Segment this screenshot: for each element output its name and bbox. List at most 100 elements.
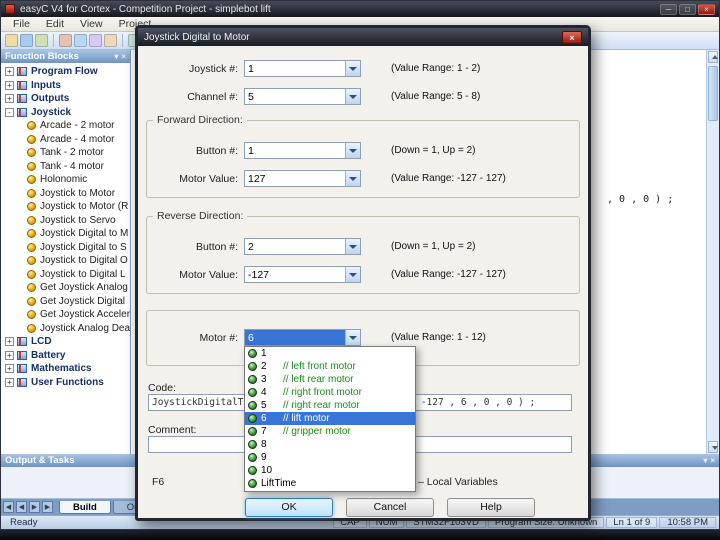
menu-item[interactable]: View (72, 18, 111, 30)
tree-item[interactable]: + Inputs (1, 79, 130, 93)
chevron-down-icon[interactable] (345, 267, 360, 282)
function-block-icon (17, 377, 27, 387)
dropdown-option[interactable]: 8 (245, 438, 415, 451)
tree-item[interactable]: Joystick Digital to S (1, 241, 130, 255)
tree-item[interactable]: + Mathematics (1, 362, 130, 376)
toolbar-icon[interactable] (35, 34, 48, 47)
dialog-button[interactable]: Cancel (346, 498, 434, 517)
function-block-icon (27, 134, 36, 144)
dropdown-option[interactable]: 2 // left front motor (245, 360, 415, 373)
tree-item[interactable]: + LCD (1, 335, 130, 349)
dropdown-option[interactable]: 6 // lift motor (245, 412, 415, 425)
bottom-tab[interactable]: Build (59, 500, 111, 514)
menu-item[interactable]: File (5, 18, 38, 30)
toolbar-icon[interactable] (89, 34, 102, 47)
expand-toggle-icon[interactable]: - (5, 107, 14, 117)
tree-item[interactable]: Joystick Digital to M (1, 227, 130, 241)
expand-toggle-icon[interactable]: + (5, 337, 14, 347)
tree-item[interactable]: + User Functions (1, 376, 130, 390)
tree-item[interactable]: Joystick Analog Dead (1, 322, 130, 336)
tree-item[interactable]: Joystick to Servo (1, 214, 130, 228)
tree-item[interactable]: Get Joystick Analog (1, 281, 130, 295)
chevron-down-icon[interactable] (345, 89, 360, 104)
tab-nav-arrow-icon[interactable]: ◀ (16, 501, 27, 513)
scroll-down-icon[interactable] (708, 441, 718, 453)
value-range-text: (Value Range: -127 - 127) (391, 173, 506, 184)
pin-icon[interactable]: ▾ (703, 456, 707, 465)
value-range-text: (Down = 1, Up = 2) (391, 145, 476, 156)
minimize-button[interactable]: ─ (660, 3, 677, 15)
expand-toggle-icon[interactable]: + (5, 350, 14, 360)
dropdown-option[interactable]: 7 // gripper motor (245, 425, 415, 438)
option-number: 7 (261, 426, 267, 437)
dropdown-option[interactable]: 9 (245, 451, 415, 464)
maximize-button[interactable]: □ (679, 3, 696, 15)
tree-item[interactable]: Arcade - 2 motor (1, 119, 130, 133)
chevron-down-icon[interactable] (345, 143, 360, 158)
editor-scrollbar[interactable] (706, 50, 719, 454)
expand-toggle-icon[interactable]: + (5, 377, 14, 387)
expand-toggle-icon[interactable]: + (5, 94, 14, 104)
toolbar-icon[interactable] (20, 34, 33, 47)
close-icon[interactable]: × (710, 456, 715, 465)
tree-item[interactable]: Joystick to Motor (1, 187, 130, 201)
motor-icon (248, 466, 257, 475)
chevron-down-icon[interactable] (345, 330, 360, 345)
dropdown-option[interactable]: LiftTime (245, 477, 415, 490)
dropdown-option[interactable]: 10 (245, 464, 415, 477)
tree-item[interactable]: + Program Flow (1, 65, 130, 79)
toolbar-icon[interactable] (74, 34, 87, 47)
scroll-up-icon[interactable] (708, 51, 718, 63)
chevron-down-icon[interactable] (345, 171, 360, 186)
channel-number-select[interactable]: 5 (244, 88, 361, 105)
tab-nav-arrow-icon[interactable]: ◀ (3, 501, 14, 513)
combo-value: 5 (248, 91, 254, 103)
chevron-down-icon[interactable] (345, 61, 360, 76)
dropdown-option[interactable]: 4 // right front motor (245, 386, 415, 399)
tree-item[interactable]: Joystick to Digital O (1, 254, 130, 268)
toolbar-icon[interactable] (5, 34, 18, 47)
tree-item[interactable]: Get Joystick Digital (1, 295, 130, 309)
tree-item[interactable]: - Joystick (1, 106, 130, 120)
chevron-down-icon[interactable] (345, 239, 360, 254)
joystick-number-select[interactable]: 1 (244, 60, 361, 77)
scrollbar-thumb[interactable] (708, 66, 718, 121)
app-icon (5, 4, 15, 14)
pin-icon[interactable]: ▾ (114, 52, 118, 61)
tree-item[interactable]: Joystick to Digital L (1, 268, 130, 282)
tree-item[interactable]: + Battery (1, 349, 130, 363)
tree-item[interactable]: Arcade - 4 motor (1, 133, 130, 147)
close-icon[interactable]: × (121, 52, 126, 61)
toolbar-icon[interactable] (104, 34, 117, 47)
dropdown-option[interactable]: 3 // left rear motor (245, 373, 415, 386)
tab-nav-arrow-icon[interactable]: ▶ (29, 501, 40, 513)
motor-number-select[interactable]: 6 (244, 329, 361, 346)
expand-toggle-icon[interactable]: + (5, 80, 14, 90)
dialog-button[interactable]: OK (245, 498, 333, 517)
tree-item[interactable]: Tank - 2 motor (1, 146, 130, 160)
dialog-button[interactable]: Help (447, 498, 535, 517)
close-button[interactable]: × (698, 3, 715, 15)
joystick-digital-to-motor-dialog: Joystick Digital to Motor × Joystick #: … (135, 25, 591, 521)
expand-toggle-icon[interactable]: + (5, 364, 14, 374)
tree-item[interactable]: Joystick to Motor (R (1, 200, 130, 214)
tree-item[interactable]: + Outputs (1, 92, 130, 106)
tree-item[interactable]: Get Joystick Accelero (1, 308, 130, 322)
dropdown-option[interactable]: 5 // right rear motor (245, 399, 415, 412)
reverse-button-select[interactable]: 2 (244, 238, 361, 255)
dropdown-option[interactable]: 1 (245, 347, 415, 360)
dialog-close-button[interactable]: × (562, 30, 582, 44)
combo-value: -127 (248, 269, 270, 281)
dialog-title-bar[interactable]: Joystick Digital to Motor × (138, 28, 588, 46)
reverse-motor-value-select[interactable]: -127 (244, 266, 361, 283)
tab-nav-arrow-icon[interactable]: ▶ (42, 501, 53, 513)
forward-motor-value-select[interactable]: 127 (244, 170, 361, 187)
expand-toggle-icon[interactable]: + (5, 67, 14, 77)
tree-item[interactable]: Holonomic (1, 173, 130, 187)
tree-item[interactable]: Tank - 4 motor (1, 160, 130, 174)
menu-item[interactable]: Edit (38, 18, 72, 30)
toolbar-icon[interactable] (59, 34, 72, 47)
function-block-icon (27, 121, 36, 131)
tree-item-label: Joystick to Servo (40, 214, 116, 226)
forward-button-select[interactable]: 1 (244, 142, 361, 159)
